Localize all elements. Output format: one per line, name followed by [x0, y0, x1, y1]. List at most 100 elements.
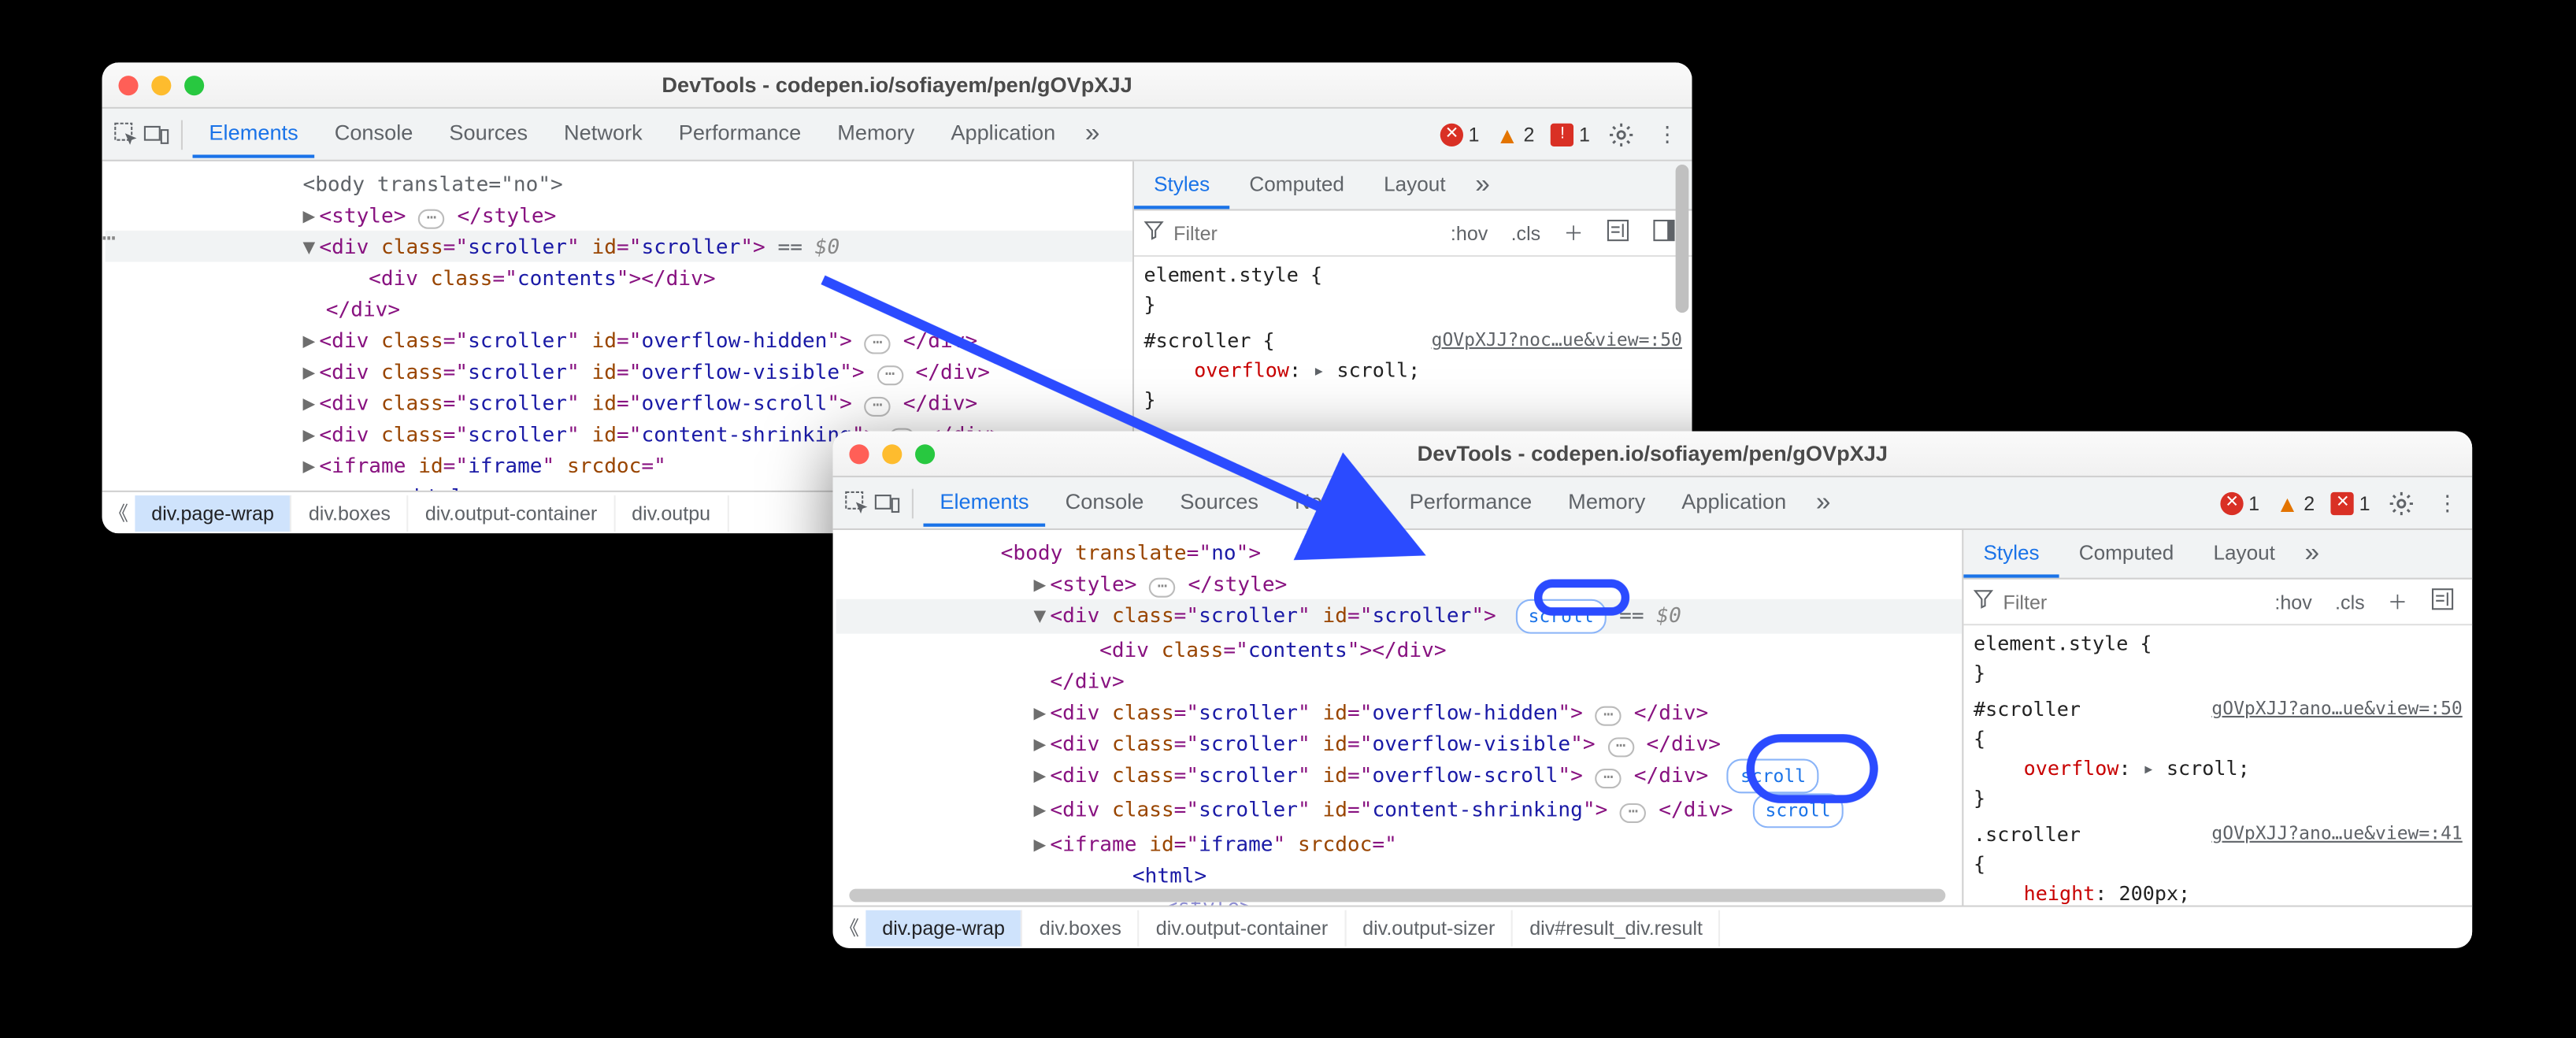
style-source-link[interactable]: gOVpXJJ?ano…ue&view=:41: [2211, 820, 2462, 850]
hov-toggle[interactable]: :hov: [2268, 587, 2318, 617]
dom-node-overflow-hidden[interactable]: ▶<div class="scroller" id="overflow-hidd…: [106, 324, 1132, 356]
window-close-button[interactable]: [118, 75, 138, 95]
dom-node-body[interactable]: <body translate="no">: [836, 536, 1963, 568]
tab-console[interactable]: Console: [1049, 479, 1160, 527]
inspect-element-icon[interactable]: [112, 120, 142, 150]
issues-badge[interactable]: ✕1: [2331, 491, 2370, 514]
dom-node-scroller-selected[interactable]: ▼<div class="scroller" id="scroller"> sc…: [836, 599, 1963, 634]
ellipsis-icon[interactable]: ⋯: [418, 209, 444, 228]
subtab-computed[interactable]: Computed: [1229, 162, 1364, 209]
cls-toggle[interactable]: .cls: [2329, 587, 2371, 617]
ellipsis-icon[interactable]: ⋯: [1149, 578, 1175, 598]
warnings-badge[interactable]: ▲2: [2276, 490, 2315, 516]
tab-console[interactable]: Console: [318, 110, 429, 158]
dom-node-style[interactable]: ▶<style> ⋯ </style>: [106, 199, 1132, 231]
errors-badge[interactable]: ✕1: [1440, 123, 1480, 146]
more-menu-icon[interactable]: ⋮: [2433, 488, 2463, 518]
tab-elements[interactable]: Elements: [923, 479, 1045, 527]
settings-gear-icon[interactable]: [2386, 488, 2416, 518]
tab-memory[interactable]: Memory: [821, 110, 931, 158]
subtab-layout[interactable]: Layout: [1364, 162, 1466, 209]
device-toolbar-icon[interactable]: [142, 120, 172, 150]
ellipsis-icon[interactable]: ⋯: [877, 365, 903, 385]
device-toolbar-icon[interactable]: [873, 488, 903, 518]
dom-node-content-shrinking[interactable]: ▶<div class="scroller" id="content-shrin…: [836, 793, 1963, 828]
styles-rules[interactable]: element.style {} gOVpXJJ?ano…ue&view=:50…: [1963, 625, 2472, 905]
tab-application[interactable]: Application: [1665, 479, 1803, 527]
tab-elements[interactable]: Elements: [193, 110, 315, 158]
filter-input[interactable]: [1173, 221, 1434, 244]
dom-tree[interactable]: <body translate="no"> ▶<style> ⋯ </style…: [833, 530, 1963, 906]
more-subtabs-icon[interactable]: »: [1466, 170, 1500, 200]
ellipsis-icon[interactable]: ⋯: [865, 334, 891, 354]
window-minimize-button[interactable]: [882, 443, 902, 463]
style-source-link[interactable]: gOVpXJJ?ano…ue&view=:50: [2211, 695, 2462, 725]
new-style-rule-icon[interactable]: ＋: [2381, 584, 2415, 619]
subtab-styles[interactable]: Styles: [1963, 531, 2059, 577]
dom-node-overflow-hidden[interactable]: ▶<div class="scroller" id="overflow-hidd…: [836, 696, 1963, 728]
filter-input[interactable]: [2003, 590, 2259, 613]
dom-node-overflow-visible[interactable]: ▶<div class="scroller" id="overflow-visi…: [836, 728, 1963, 759]
dom-node-overflow-visible[interactable]: ▶<div class="scroller" id="overflow-visi…: [106, 355, 1132, 387]
tab-application[interactable]: Application: [934, 110, 1072, 158]
dom-node-contents[interactable]: <div class="contents"></div>: [836, 634, 1963, 665]
toggle-sidebar-icon[interactable]: [2470, 584, 2472, 619]
ellipsis-icon[interactable]: ⋯: [1596, 769, 1622, 788]
crumb[interactable]: div.outpu: [615, 495, 728, 531]
crumb[interactable]: div.boxes: [1023, 910, 1140, 946]
warnings-badge[interactable]: ▲2: [1496, 121, 1534, 147]
more-tabs-icon[interactable]: »: [1806, 488, 1840, 518]
scroll-badge[interactable]: scroll: [1515, 599, 1607, 634]
dom-node-iframe[interactable]: ▶<iframe id="iframe" srcdoc=": [836, 828, 1963, 859]
new-style-rule-icon[interactable]: ＋: [1557, 216, 1590, 250]
crumb[interactable]: div.output-container: [1140, 910, 1346, 946]
hov-toggle[interactable]: :hov: [1444, 218, 1495, 248]
settings-gear-icon[interactable]: [1607, 120, 1636, 150]
gutter-menu-icon[interactable]: ⋯: [102, 224, 117, 255]
dom-node-close-div[interactable]: </div>: [106, 293, 1132, 324]
tab-sources[interactable]: Sources: [432, 110, 543, 158]
subtab-styles[interactable]: Styles: [1134, 162, 1229, 209]
dom-node-close-div[interactable]: </div>: [836, 665, 1963, 696]
tab-network[interactable]: Network: [1278, 479, 1389, 527]
breadcrumbs-prev-icon[interactable]: 《: [833, 914, 866, 942]
crumb[interactable]: div#result_div.result: [1513, 910, 1721, 946]
window-close-button[interactable]: [849, 443, 869, 463]
filter-funnel-icon[interactable]: [1144, 221, 1164, 245]
filter-funnel-icon[interactable]: [1974, 589, 1993, 614]
dom-node-style[interactable]: ▶<style> ⋯ </style>: [836, 568, 1963, 599]
tab-network[interactable]: Network: [547, 110, 658, 158]
more-subtabs-icon[interactable]: »: [2295, 539, 2330, 569]
tab-memory[interactable]: Memory: [1551, 479, 1662, 527]
breadcrumbs-prev-icon[interactable]: 《: [102, 499, 135, 527]
scrollbar-horizontal[interactable]: [849, 889, 1945, 903]
inspect-element-icon[interactable]: [843, 488, 873, 518]
scroll-badge[interactable]: scroll: [1752, 793, 1844, 828]
dom-node-overflow-scroll[interactable]: ▶<div class="scroller" id="overflow-scro…: [836, 758, 1963, 793]
subtab-layout[interactable]: Layout: [2193, 531, 2295, 577]
dom-node-contents[interactable]: <div class="contents"></div>: [106, 261, 1132, 293]
crumb[interactable]: div.output-container: [409, 495, 615, 531]
cls-toggle[interactable]: .cls: [1504, 218, 1547, 248]
ellipsis-icon[interactable]: ⋯: [1620, 803, 1646, 823]
ellipsis-icon[interactable]: ⋯: [865, 397, 891, 417]
style-source-link[interactable]: gOVpXJJ?noc…ue&view=:50: [1432, 326, 1682, 356]
window-maximize-button[interactable]: [184, 75, 204, 95]
scroll-badge[interactable]: scroll: [1727, 758, 1819, 793]
more-tabs-icon[interactable]: »: [1075, 120, 1110, 150]
crumb[interactable]: div.page-wrap: [135, 495, 292, 531]
dom-node-scroller-selected[interactable]: ▼<div class="scroller" id="scroller"> ==…: [106, 231, 1132, 262]
crumb[interactable]: div.output-sizer: [1346, 910, 1513, 946]
tab-performance[interactable]: Performance: [662, 110, 817, 158]
dom-node-overflow-scroll[interactable]: ▶<div class="scroller" id="overflow-scro…: [106, 387, 1132, 418]
subtab-computed[interactable]: Computed: [2059, 531, 2194, 577]
tab-performance[interactable]: Performance: [1393, 479, 1548, 527]
more-menu-icon[interactable]: ⋮: [1652, 120, 1682, 150]
scrollbar[interactable]: [1676, 165, 1689, 313]
crumb[interactable]: div.page-wrap: [865, 910, 1023, 946]
errors-badge[interactable]: ✕1: [2221, 491, 2260, 514]
ellipsis-icon[interactable]: ⋯: [1607, 737, 1633, 757]
window-maximize-button[interactable]: [915, 443, 935, 463]
issues-badge[interactable]: !1: [1551, 123, 1590, 146]
window-minimize-button[interactable]: [151, 75, 171, 95]
